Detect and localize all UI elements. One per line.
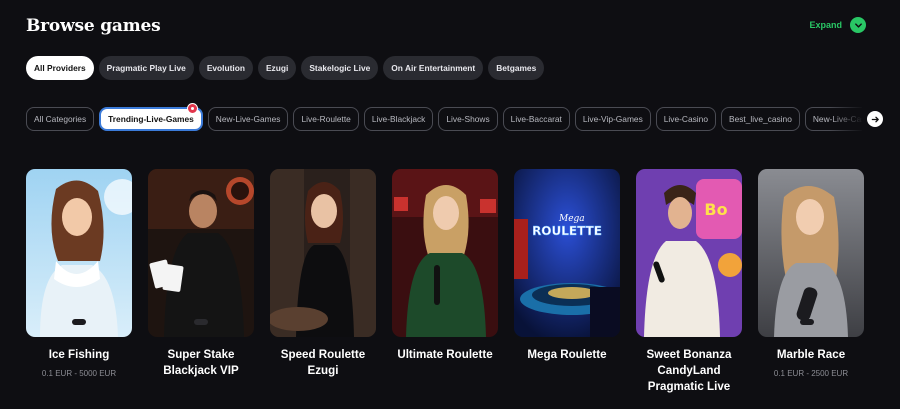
game-card-ice-fishing[interactable]: Ice Fishing 0.1 EUR - 5000 EUR <box>26 169 132 395</box>
game-card-sweet-bonanza-candyland[interactable]: Bo Sweet Bonanza CandyLand Pragmatic Liv… <box>636 169 742 395</box>
provider-pragmatic-play-live[interactable]: Pragmatic Play Live <box>98 56 194 80</box>
badge-dot <box>191 107 194 110</box>
game-limits: 0.1 EUR - 2500 EUR <box>773 369 849 378</box>
game-card-mega-roulette[interactable]: Mega ROULETTE Mega Roulette <box>514 169 620 395</box>
game-limits: 0.1 EUR - 5000 EUR <box>41 369 117 378</box>
notification-badge <box>187 103 198 114</box>
game-title: Ultimate Roulette <box>397 348 493 361</box>
category-all[interactable]: All Categories <box>26 107 95 131</box>
game-title: Speed Roulette Ezugi <box>280 348 366 377</box>
dealer-image <box>270 169 376 337</box>
dealer-image <box>26 169 132 337</box>
category-live-roulette[interactable]: Live-Roulette <box>293 107 359 131</box>
category-live-shows[interactable]: Live-Shows <box>438 107 498 131</box>
game-thumbnail[interactable] <box>270 169 376 337</box>
chevron-down-icon <box>850 17 866 33</box>
game-title: Ice Fishing <box>48 348 110 361</box>
dealer-image <box>392 169 498 337</box>
provider-all[interactable]: All Providers <box>26 56 94 80</box>
provider-evolution[interactable]: Evolution <box>198 56 253 80</box>
provider-betgames[interactable]: Betgames <box>488 56 545 80</box>
game-card-marble-race[interactable]: Marble Race 0.1 EUR - 2500 EUR <box>758 169 864 395</box>
category-live-blackjack[interactable]: Live-Blackjack <box>363 107 434 131</box>
dealer-image: Bo <box>636 169 742 337</box>
game-card-speed-roulette-ezugi[interactable]: Speed Roulette Ezugi <box>270 169 376 395</box>
game-thumbnail[interactable] <box>758 169 864 337</box>
game-art: Mega ROULETTE <box>514 169 620 337</box>
provider-on-air-entertainment[interactable]: On Air Entertainment <box>383 56 484 80</box>
game-thumbnail[interactable]: Bo <box>636 169 742 337</box>
game-grid: Ice Fishing 0.1 EUR - 5000 EUR Super Sta… <box>26 169 864 395</box>
category-filter: All Categories Trending-Live-Games New-L… <box>26 107 862 133</box>
category-new-live-games[interactable]: New-Live-Games <box>207 107 289 131</box>
category-live-casino[interactable]: Live-Casino <box>655 107 716 131</box>
game-title: Mega Roulette <box>527 348 607 361</box>
category-live-baccarat[interactable]: Live-Baccarat <box>502 107 570 131</box>
expand-button[interactable]: Expand <box>809 17 866 33</box>
game-thumbnail[interactable] <box>148 169 254 337</box>
game-card-ultimate-roulette[interactable]: Ultimate Roulette <box>392 169 498 395</box>
mega-logo-small: Mega <box>558 214 585 224</box>
mega-logo: ROULETTE <box>532 224 602 238</box>
page-title: Browse games <box>26 16 161 36</box>
category-live-vip-games[interactable]: Live-Vip-Games <box>574 107 651 131</box>
provider-filter: All Providers Pragmatic Play Live Evolut… <box>26 56 545 80</box>
game-title: Marble Race <box>776 348 846 361</box>
expand-label: Expand <box>809 20 842 30</box>
bonanza-sign: Bo <box>704 200 727 219</box>
game-title: Super Stake Blackjack VIP <box>163 348 239 377</box>
game-card-super-stake-blackjack-vip[interactable]: Super Stake Blackjack VIP <box>148 169 254 395</box>
browse-header: Browse games Expand <box>26 14 874 38</box>
provider-ezugi[interactable]: Ezugi <box>257 56 297 80</box>
dealer-image <box>758 169 864 337</box>
game-title: Sweet Bonanza CandyLand Pragmatic Live <box>646 348 732 393</box>
arrow-right-icon <box>871 116 879 122</box>
game-thumbnail[interactable] <box>392 169 498 337</box>
game-thumbnail[interactable]: Mega ROULETTE <box>514 169 620 337</box>
provider-stakelogic-live[interactable]: Stakelogic Live <box>301 56 379 80</box>
categories-next-button[interactable] <box>867 111 883 127</box>
category-best-live-casino[interactable]: Best_live_casino <box>721 107 800 131</box>
game-thumbnail[interactable] <box>26 169 132 337</box>
category-new-live-casino[interactable]: New-Live-Casino <box>804 107 862 131</box>
dealer-image <box>148 169 254 337</box>
